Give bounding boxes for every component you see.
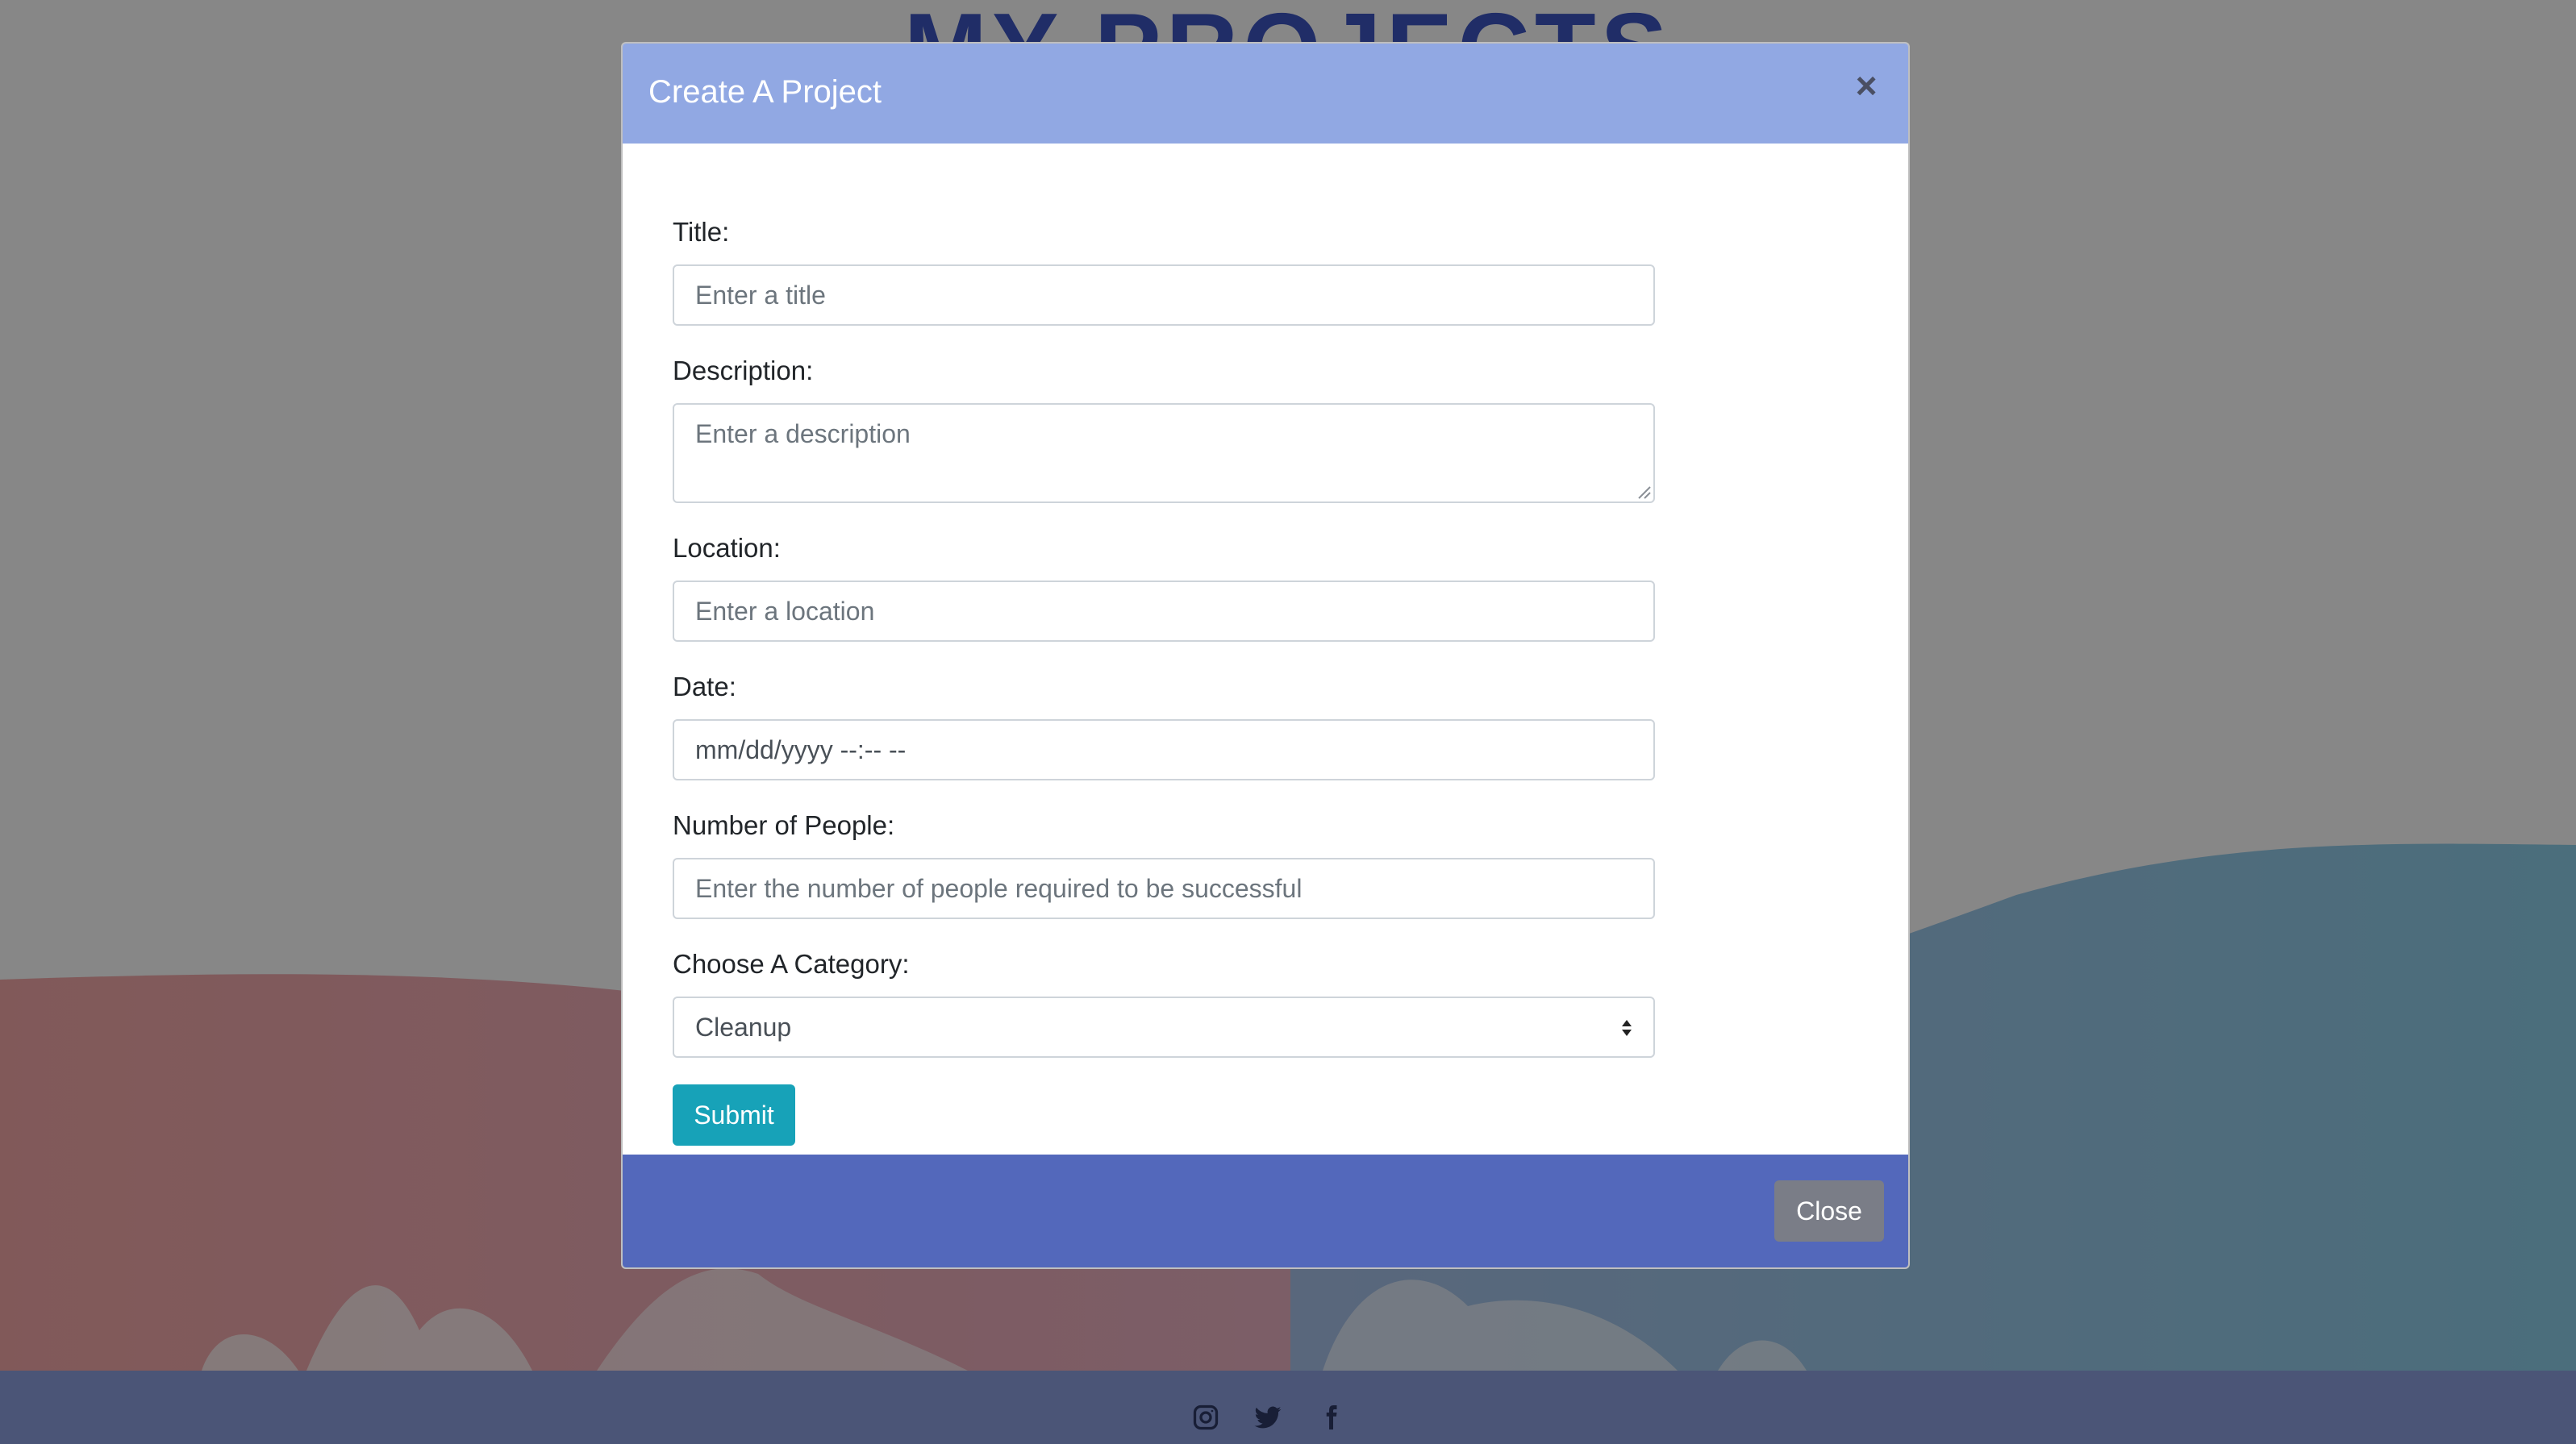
people-input[interactable]: [673, 858, 1655, 919]
app-screen: MY PROJECTS Create A Project × Title:: [0, 0, 2576, 1444]
modal-footer: Close: [623, 1155, 1908, 1267]
title-input[interactable]: [673, 264, 1655, 326]
location-input[interactable]: [673, 581, 1655, 642]
description-label: Description:: [673, 356, 814, 385]
date-label: Date:: [673, 672, 736, 701]
date-input-text: mm/dd/yyyy --:-- --: [695, 734, 907, 764]
category-select[interactable]: Cleanup: [673, 997, 1655, 1058]
description-textarea[interactable]: [673, 403, 1655, 503]
category-label: Choose A Category:: [673, 949, 910, 979]
modal-title: Create A Project: [648, 74, 882, 110]
create-project-modal: Create A Project × Title: Description: L…: [621, 42, 1910, 1269]
select-arrows-icon: [1622, 1020, 1632, 1036]
modal-header: Create A Project ×: [623, 44, 1908, 144]
location-label: Location:: [673, 533, 781, 563]
category-selected-value: Cleanup: [695, 1012, 792, 1042]
submit-button[interactable]: Submit: [673, 1084, 795, 1146]
resize-handle-icon[interactable]: [1636, 484, 1652, 500]
date-input[interactable]: mm/dd/yyyy --:-- --: [673, 719, 1655, 780]
close-icon[interactable]: ×: [1849, 67, 1884, 104]
title-label: Title:: [673, 217, 730, 247]
close-button[interactable]: Close: [1774, 1180, 1884, 1242]
people-label: Number of People:: [673, 810, 895, 840]
